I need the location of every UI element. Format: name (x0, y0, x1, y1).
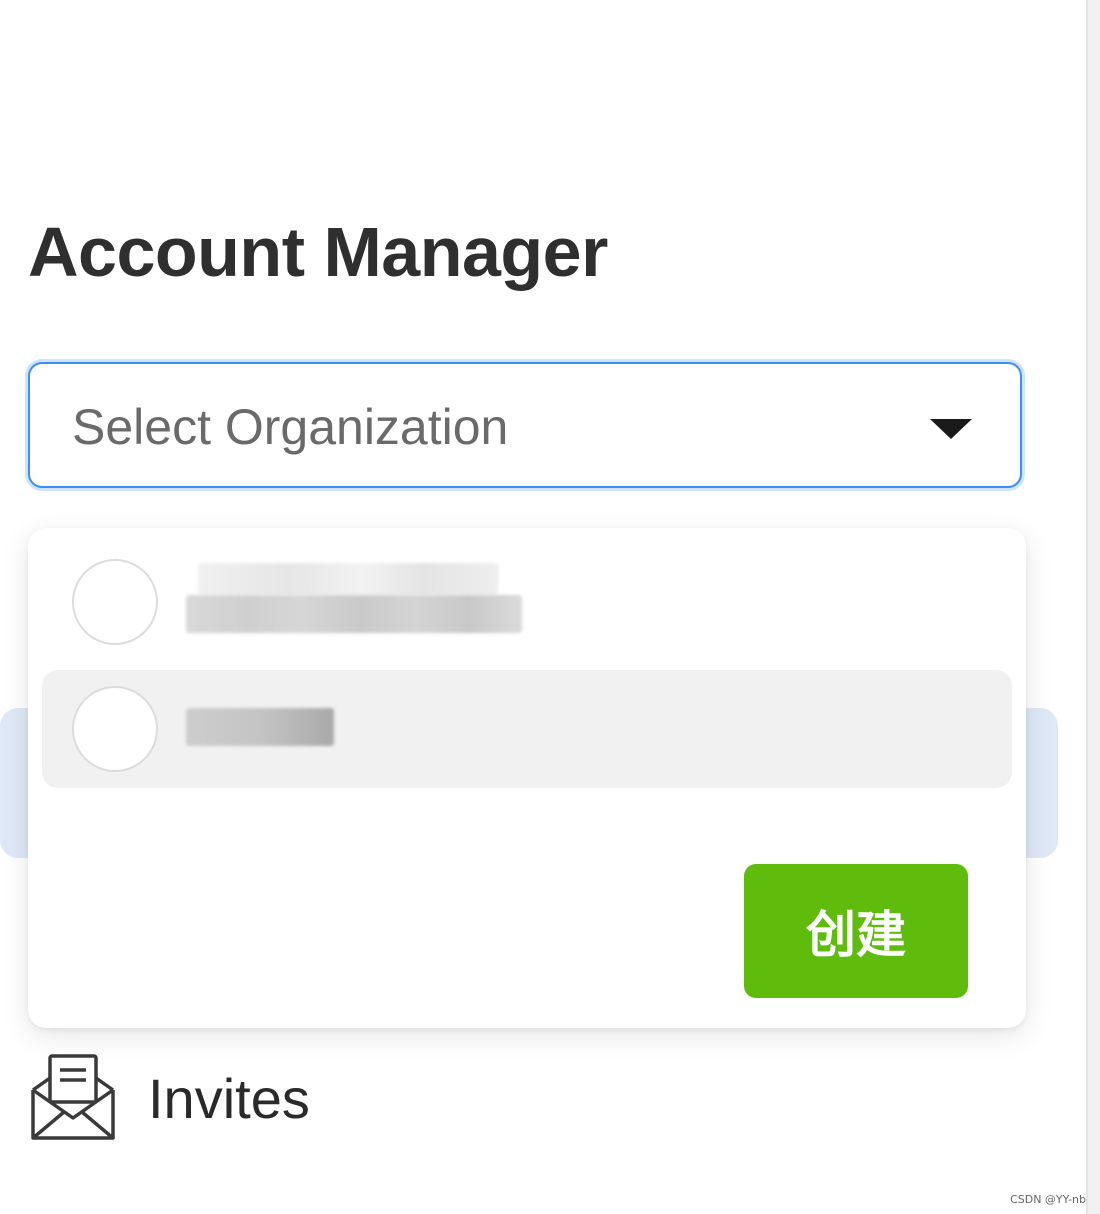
page-title: Account Manager (28, 213, 608, 291)
organization-avatar (72, 686, 158, 772)
organization-option[interactable] (42, 543, 1012, 661)
organization-avatar (72, 559, 158, 645)
redacted-organization-name (186, 595, 522, 633)
envelope-open-icon (31, 1054, 115, 1140)
create-organization-button[interactable]: 创建 (744, 864, 968, 998)
page-scrollbar[interactable] (1086, 0, 1100, 1214)
nav-item-invites-label: Invites (148, 1067, 310, 1130)
caret-down-icon[interactable] (930, 419, 972, 439)
redacted-organization-name (198, 563, 498, 595)
organization-option-highlighted[interactable] (42, 670, 1012, 788)
organization-dropdown-menu: 创建 (28, 528, 1026, 1028)
organization-select[interactable]: Select Organization (28, 362, 1022, 488)
redacted-organization-name (186, 708, 334, 746)
nav-item-invites[interactable]: Invites (30, 1052, 350, 1144)
organization-select-placeholder: Select Organization (72, 399, 509, 455)
watermark: CSDN @YY-nb (1010, 1193, 1086, 1206)
